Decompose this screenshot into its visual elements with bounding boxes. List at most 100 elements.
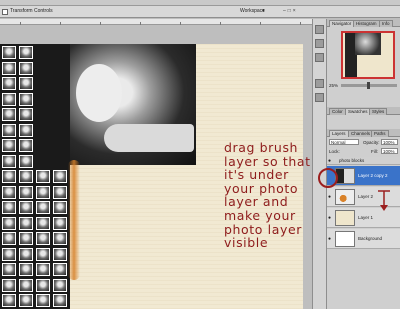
brush-stroke xyxy=(68,160,80,280)
tab-channels[interactable]: Channels xyxy=(348,130,374,137)
photo-block-cell xyxy=(19,216,33,230)
eye-icon[interactable]: ● xyxy=(328,158,331,164)
photo-block-cell xyxy=(19,77,33,90)
photo-block-cell xyxy=(2,201,16,214)
photo-block-cell xyxy=(19,154,33,168)
navigator-thumbnail[interactable] xyxy=(341,31,395,79)
layer-thumbnail xyxy=(335,231,355,247)
photo-block-cell xyxy=(53,170,67,183)
photo-block-cell xyxy=(36,201,50,214)
annotation-line: your photo xyxy=(224,180,299,196)
photo-block-cell xyxy=(19,139,33,152)
photo-block-cell xyxy=(36,216,50,230)
photo-block-cell xyxy=(2,92,16,106)
opacity-input[interactable]: 100% xyxy=(381,139,398,145)
tab-paths[interactable]: Paths xyxy=(371,130,389,137)
options-bar: Transform Controls Workspace ▾ –□× xyxy=(0,6,400,18)
info-icon[interactable] xyxy=(315,53,324,62)
photo-block-cell xyxy=(36,294,50,307)
photo-block-cell xyxy=(2,77,16,90)
photo-block-cell xyxy=(2,185,16,199)
photo-block-cell xyxy=(19,46,33,59)
photo-block-cell xyxy=(36,247,50,261)
photo-block-cell xyxy=(2,232,16,245)
eye-icon[interactable]: ● xyxy=(328,215,331,221)
photo-block-cell xyxy=(2,108,16,121)
photo-block-cell xyxy=(53,232,67,245)
photo-block-cell xyxy=(53,216,67,230)
histogram-icon[interactable] xyxy=(315,39,324,48)
photo-block-cell xyxy=(19,108,33,121)
photo-arm xyxy=(104,124,194,152)
photo-block-cell xyxy=(53,278,67,292)
layer-group-row[interactable]: ● photo blocks xyxy=(327,157,400,165)
panel-icon-strip xyxy=(312,19,327,309)
photo-block-cell xyxy=(36,232,50,245)
zoom-slider[interactable] xyxy=(341,82,397,89)
layer-thumbnail xyxy=(335,210,355,226)
photo-block-cell xyxy=(2,170,16,183)
blend-mode-select[interactable]: Normal xyxy=(329,139,359,145)
photo-block-cell xyxy=(2,139,16,152)
fill-label: Fill: xyxy=(371,149,378,154)
annotation-line: drag brush xyxy=(224,140,299,155)
transform-controls-checkbox[interactable] xyxy=(2,9,8,15)
annotation-line: layer and xyxy=(224,194,289,210)
photo-block-cell xyxy=(2,294,16,307)
tab-swatches[interactable]: Swatches xyxy=(345,108,371,115)
photo-block-cell xyxy=(2,123,16,137)
photo-block-cell xyxy=(53,201,67,214)
tab-layers[interactable]: Layers xyxy=(329,130,349,137)
brush-icon[interactable] xyxy=(315,79,324,88)
thumbnail-photo xyxy=(355,33,381,55)
transform-controls-label: Transform Controls xyxy=(10,8,53,14)
annotation-line: it's under xyxy=(224,167,289,183)
photo-block-cell xyxy=(53,185,67,199)
workspace-dropdown-icon[interactable]: ▾ xyxy=(262,8,265,14)
fill-input[interactable]: 100% xyxy=(381,148,398,154)
swatches-tabs: Color Swatches Styles xyxy=(327,107,400,115)
photo-block-cell xyxy=(36,263,50,276)
highlight-circle xyxy=(318,168,338,188)
photo-block-cell xyxy=(19,232,33,245)
photo-block-cell xyxy=(19,123,33,137)
photo-block-cell xyxy=(36,278,50,292)
photo-block-cell xyxy=(19,263,33,276)
instruction-annotation: drag brush layer so that it's under your… xyxy=(224,141,311,250)
tab-navigator[interactable]: Navigator xyxy=(329,20,355,27)
annotation-line: photo layer xyxy=(224,221,302,237)
photo-block-cell xyxy=(53,294,67,307)
layer-row[interactable]: ● Background xyxy=(327,229,400,249)
child-photo xyxy=(64,44,196,165)
tab-styles[interactable]: Styles xyxy=(369,108,388,115)
navigator-icon[interactable] xyxy=(315,25,324,34)
lock-label: Lock: xyxy=(329,149,340,154)
tab-histogram[interactable]: Histogram xyxy=(353,20,380,27)
opacity-label: Opacity: xyxy=(363,140,380,145)
photo-block-cell xyxy=(36,170,50,183)
window-controls[interactable]: –□× xyxy=(283,8,298,14)
annotation-line: layer so that xyxy=(224,153,311,169)
photo-face xyxy=(76,64,122,122)
top-ruler xyxy=(0,19,312,25)
photo-block-cell xyxy=(19,294,33,307)
photo-block-cell xyxy=(19,201,33,214)
layer-thumbnail xyxy=(335,189,355,205)
photo-block-cell xyxy=(2,154,16,168)
zoom-slider-handle[interactable] xyxy=(367,82,370,89)
clone-icon[interactable] xyxy=(315,93,324,102)
annotation-line: visible xyxy=(224,235,269,251)
eye-icon[interactable]: ● xyxy=(328,194,331,200)
eye-icon[interactable]: ● xyxy=(328,236,331,242)
layers-tabs: Layers Channels Paths xyxy=(327,129,400,137)
photo-block-cell xyxy=(19,247,33,261)
tab-info[interactable]: Info xyxy=(379,20,393,27)
down-arrow-icon xyxy=(378,190,390,211)
photo-block-cell xyxy=(2,46,16,59)
right-panels: Navigator Histogram Info 25% Color Swatc… xyxy=(327,19,400,309)
photo-block-cell xyxy=(2,278,16,292)
zoom-level[interactable]: 25% xyxy=(329,83,338,88)
photo-block-cell xyxy=(53,247,67,261)
tab-color[interactable]: Color xyxy=(329,108,346,115)
photo-block-cell xyxy=(2,263,16,276)
